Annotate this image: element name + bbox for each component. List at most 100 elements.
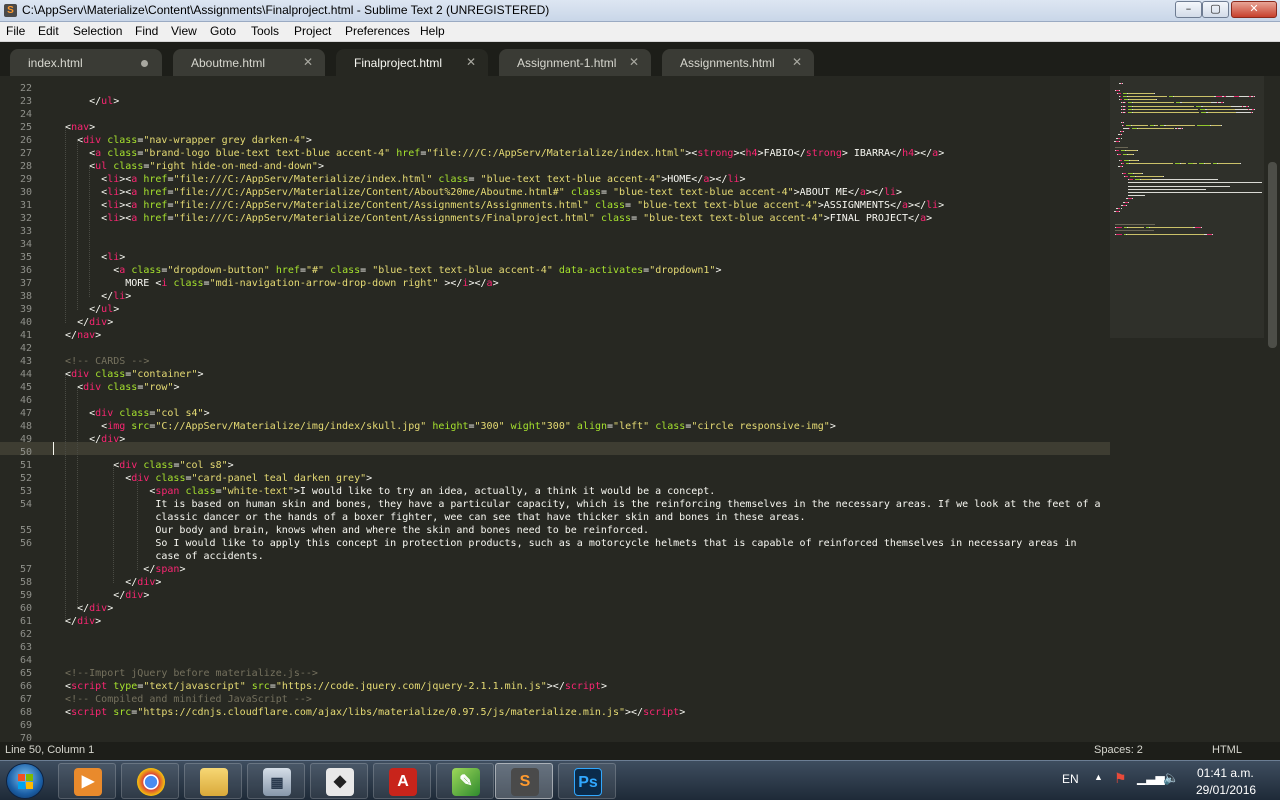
code-token: ></ — [914, 148, 933, 159]
maximize-button[interactable]: ▢ — [1202, 1, 1229, 18]
minimize-button[interactable]: – — [1175, 1, 1202, 18]
syntax-mode[interactable]: HTML — [1212, 744, 1242, 756]
menu-preferences[interactable]: Preferences — [345, 24, 410, 38]
tab-assignments[interactable]: Assignments.html ✕ — [662, 49, 814, 76]
code-token: script — [643, 707, 680, 718]
minimap-mark — [1121, 134, 1123, 136]
line-number: 44 — [19, 369, 32, 380]
code-token: wight — [510, 421, 541, 432]
menu-view[interactable]: View — [171, 24, 197, 38]
menu-edit[interactable]: Edit — [38, 24, 59, 38]
code-token: div — [95, 408, 114, 419]
code-token: Our body and brain, knows when and where… — [53, 525, 650, 536]
code-token: "col s4" — [155, 408, 204, 419]
taskbar-inkscape[interactable]: ◆ — [310, 763, 368, 799]
minimap[interactable] — [1110, 76, 1264, 742]
taskbar-photoshop[interactable]: Ps — [558, 763, 616, 799]
menu-goto[interactable]: Goto — [210, 24, 236, 38]
taskbar-sketch[interactable]: ✎ — [436, 763, 494, 799]
media-player-icon: ▶ — [74, 768, 102, 796]
line-number: 62 — [19, 629, 32, 640]
tab-finalproject[interactable]: Finalproject.html ✕ — [336, 49, 488, 76]
language-indicator[interactable]: EN — [1062, 772, 1079, 786]
minimap-mark — [1236, 112, 1252, 113]
code-editor[interactable]: 22 23 24 25 26 27 28 29 30 31 32 33 34 35 36 37 38 39 40 41… — [0, 76, 1280, 742]
code-text-area[interactable]: </ul> <nav> <div class="nav-wrapper grey… — [53, 76, 1108, 742]
menu-file[interactable]: File — [6, 24, 25, 38]
tab-assignment-1[interactable]: Assignment-1.html ✕ — [499, 49, 651, 76]
code-token: "mdi-navigation-arrow-drop-down right" — [209, 278, 439, 289]
code-token: "brand-logo blue-text text-blue accent-4… — [143, 148, 391, 159]
code-token: <!-- Compiled and minified JavaScript --… — [65, 694, 312, 705]
taskbar-media-player[interactable]: ▶ — [58, 763, 116, 799]
line-number: 39 — [19, 304, 32, 315]
taskbar-autocad[interactable]: A — [373, 763, 431, 799]
minimap-mark — [1247, 105, 1249, 107]
line-number: 65 — [19, 668, 32, 679]
tab-label: Assignments.html — [680, 56, 775, 70]
menu-help[interactable]: Help — [420, 24, 445, 38]
code-token: type — [113, 681, 138, 692]
minimap-viewport[interactable] — [1110, 76, 1264, 338]
minimap-mark — [1133, 105, 1195, 107]
vertical-scrollbar[interactable] — [1266, 76, 1280, 742]
close-tab-icon[interactable]: ✕ — [466, 55, 476, 69]
menu-project[interactable]: Project — [294, 24, 331, 38]
taskbar-chrome[interactable] — [121, 763, 179, 799]
action-center-icon[interactable]: ⚑ — [1114, 770, 1127, 787]
network-icon[interactable]: ▁▃▅ — [1137, 771, 1165, 785]
modified-dot-icon[interactable] — [141, 60, 148, 67]
code-token: >HOME</ — [661, 174, 704, 185]
code-token: "card-panel teal darken grey" — [191, 473, 367, 484]
clock-time[interactable]: 01:41 a.m. — [1197, 766, 1254, 780]
minimap-mark — [1166, 124, 1195, 126]
indentation-setting[interactable]: Spaces: 2 — [1094, 744, 1143, 756]
tab-index[interactable]: index.html — [10, 49, 162, 76]
line-number: 26 — [19, 135, 32, 146]
code-token: "col s8" — [179, 460, 228, 471]
close-tab-icon[interactable]: ✕ — [303, 55, 313, 69]
minimap-mark — [1129, 179, 1133, 181]
menu-find[interactable]: Find — [135, 24, 158, 38]
code-token: <!--Import jQuery before materialize.js-… — [65, 668, 318, 679]
menu-tools[interactable]: Tools — [251, 24, 279, 38]
minimap-mark — [1128, 92, 1154, 94]
code-token: ul — [101, 304, 114, 315]
taskbar-sublime[interactable]: S — [495, 763, 553, 799]
close-button[interactable]: ✕ — [1231, 1, 1277, 18]
minimap-mark — [1131, 198, 1133, 200]
folder-icon — [200, 768, 228, 796]
clock-date[interactable]: 29/01/2016 — [1196, 783, 1256, 797]
code-token: >FABIO</ — [757, 148, 806, 159]
menu-selection[interactable]: Selection — [73, 24, 122, 38]
code-token: strong — [697, 148, 734, 159]
volume-icon[interactable]: 🔈 — [1163, 770, 1179, 786]
code-token: src — [251, 681, 270, 692]
minimap-mark — [1212, 233, 1214, 235]
code-token: It is based on human skin and bones, the… — [53, 499, 1101, 510]
tab-aboutme[interactable]: Aboutme.html ✕ — [173, 49, 325, 76]
line-number: 36 — [19, 265, 32, 276]
line-number: 42 — [19, 343, 32, 354]
start-button[interactable] — [6, 763, 44, 799]
code-token: "text/javascript" — [143, 681, 246, 692]
show-hidden-icons-icon[interactable]: ▲ — [1094, 772, 1103, 782]
minimap-mark — [1133, 153, 1134, 155]
close-tab-icon[interactable]: ✕ — [629, 55, 639, 69]
code-token: > — [95, 616, 102, 627]
code-token: > — [317, 161, 324, 172]
scrollbar-thumb[interactable] — [1268, 162, 1277, 348]
taskbar-explorer[interactable] — [184, 763, 242, 799]
close-tab-icon[interactable]: ✕ — [792, 55, 802, 69]
code-token: h4 — [745, 148, 758, 159]
line-number: 58 — [19, 577, 32, 588]
code-token: li — [107, 187, 120, 198]
code-line: <div class="col s8"> — [53, 459, 233, 472]
code-line: classic dancer or the hands of a boxer f… — [53, 511, 805, 524]
code-line: <li> — [53, 251, 125, 264]
taskbar-calculator[interactable]: ▦ — [247, 763, 305, 799]
